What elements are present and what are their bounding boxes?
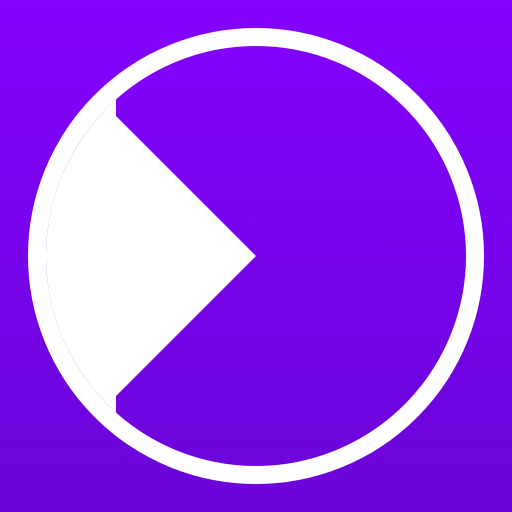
app-icon — [0, 0, 512, 512]
play-circle-logo-icon — [28, 28, 484, 484]
